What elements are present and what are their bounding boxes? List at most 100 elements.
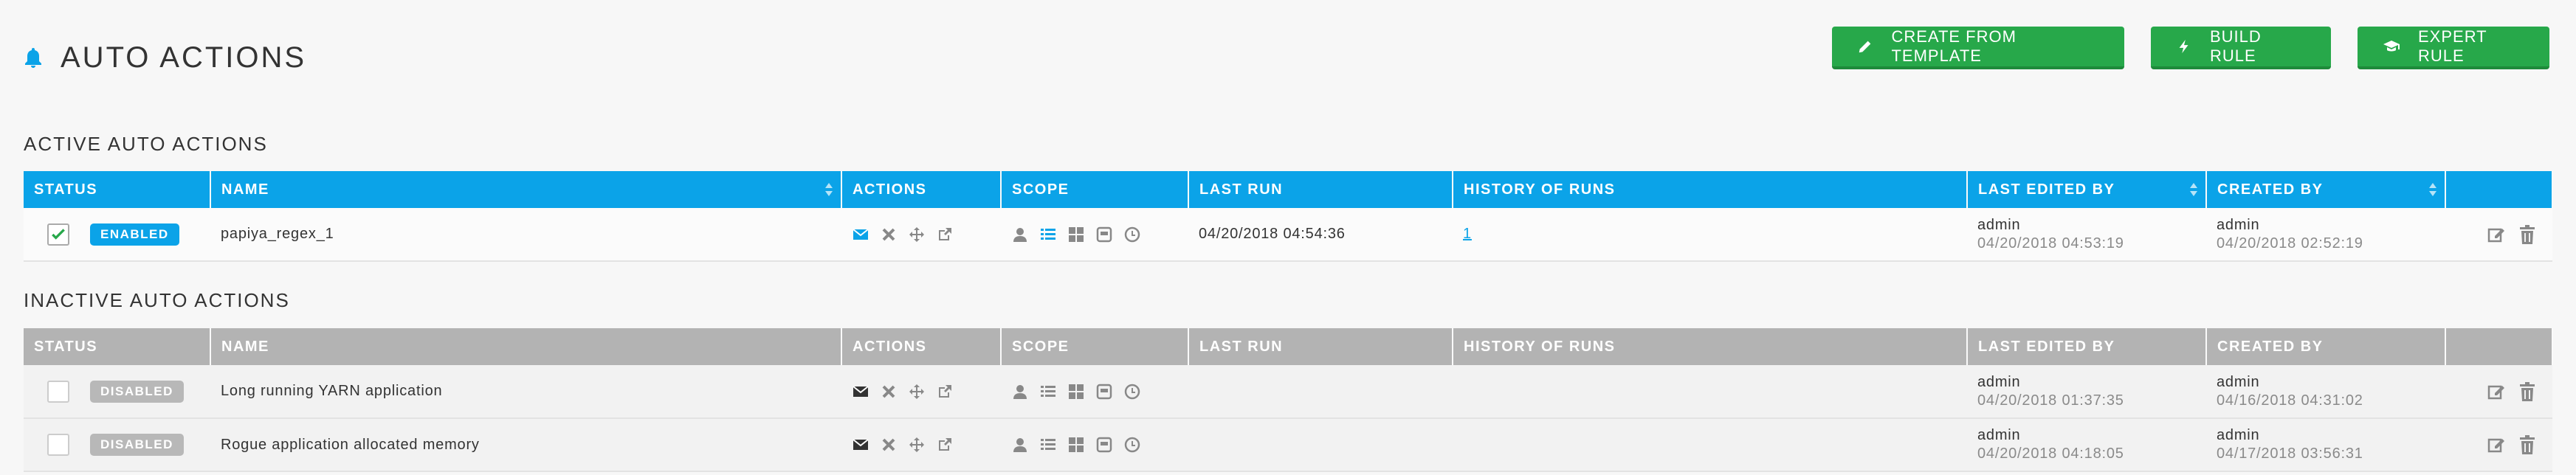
column-header-status[interactable]: STATUS <box>24 171 211 208</box>
list-icon[interactable] <box>1039 436 1057 454</box>
column-header-last-edited-by[interactable]: LAST EDITED BY <box>1967 328 2207 365</box>
graduation-cap-icon <box>2383 38 2400 55</box>
trash-icon[interactable] <box>2518 224 2536 244</box>
user-icon[interactable] <box>1011 436 1029 454</box>
history-cell <box>1453 365 1967 419</box>
clock-icon[interactable] <box>1123 383 1141 401</box>
actions-cell <box>841 208 1001 262</box>
lightning-icon <box>2176 38 2192 55</box>
clock-icon[interactable] <box>1123 436 1141 454</box>
build-rule-button[interactable]: BUILD RULE <box>2151 27 2331 69</box>
list-icon[interactable] <box>1039 226 1057 243</box>
created-cell: admin 04/20/2018 02:52:19 <box>2206 208 2445 262</box>
column-header-status[interactable]: STATUS <box>24 328 211 365</box>
status-cell: ENABLED <box>24 208 210 262</box>
edited-by: admin <box>1977 427 2021 443</box>
share-icon[interactable] <box>936 226 954 243</box>
move-icon[interactable] <box>908 436 926 454</box>
active-section-title: ACTIVE AUTO ACTIONS <box>24 133 268 155</box>
page-title: AUTO ACTIONS <box>61 41 307 74</box>
sort-icon[interactable] <box>824 181 833 198</box>
edited-at: 04/20/2018 04:18:05 <box>1977 445 2124 462</box>
status-badge: DISABLED <box>90 434 184 456</box>
create-from-template-button[interactable]: CREATE FROM TEMPLATE <box>1832 27 2124 69</box>
last-run-cell <box>1188 365 1453 419</box>
checkmark-icon <box>52 228 65 240</box>
history-link[interactable]: 1 <box>1463 226 1472 242</box>
trash-icon[interactable] <box>2518 381 2536 401</box>
create-from-template-label: CREATE FROM TEMPLATE <box>1891 27 2017 65</box>
edited-by: admin <box>1977 216 2021 233</box>
scope-cell <box>1001 418 1188 472</box>
active-actions-table: STATUS NAME ACTIONS SCOPE LAST RUN HISTO… <box>24 171 2553 262</box>
auto-actions-page: AUTO ACTIONS CREATE FROM TEMPLATE BUILD … <box>0 0 2576 475</box>
column-header-scope: SCOPE <box>1001 328 1189 365</box>
move-icon[interactable] <box>908 383 926 401</box>
row-checkbox[interactable] <box>47 434 69 456</box>
close-icon[interactable] <box>880 226 898 243</box>
last-edited-cell: admin 04/20/2018 04:53:19 <box>1967 208 2206 262</box>
row-checkbox[interactable] <box>47 380 69 403</box>
close-icon[interactable] <box>880 383 898 401</box>
last-edited-cell: admin 04/20/2018 04:18:05 <box>1967 418 2206 472</box>
page-header: AUTO ACTIONS <box>24 35 306 80</box>
created-at: 04/17/2018 03:56:31 <box>2217 445 2363 462</box>
column-header-name-label: NAME <box>221 181 269 198</box>
actions-cell <box>841 418 1001 472</box>
move-icon[interactable] <box>908 226 926 243</box>
column-header-last-edited-by-label: LAST EDITED BY <box>1978 181 2115 198</box>
grid-icon[interactable] <box>1067 383 1085 401</box>
share-icon[interactable] <box>936 436 954 454</box>
edit-icon[interactable] <box>2487 382 2505 401</box>
column-header-name[interactable]: NAME <box>210 328 842 365</box>
envelope-icon[interactable] <box>852 436 869 454</box>
row-checkbox[interactable] <box>47 223 69 246</box>
sort-icon[interactable] <box>2428 181 2437 198</box>
row-actions-cell <box>2445 418 2552 472</box>
column-header-last-run[interactable]: LAST RUN <box>1188 171 1453 208</box>
name-cell: Rogue application allocated memory <box>210 418 841 472</box>
calendar-icon[interactable] <box>1095 226 1113 243</box>
actions-cell <box>841 365 1001 419</box>
column-header-actions: ACTIONS <box>841 328 1002 365</box>
status-badge: ENABLED <box>90 223 179 246</box>
trash-icon[interactable] <box>2518 435 2536 454</box>
bell-icon <box>25 48 41 68</box>
edit-icon[interactable] <box>2487 225 2505 244</box>
created-cell: admin 04/16/2018 04:31:02 <box>2206 365 2445 419</box>
created-by: admin <box>2217 373 2260 390</box>
edited-at: 04/20/2018 01:37:35 <box>1977 392 2124 409</box>
edit-icon[interactable] <box>2487 435 2505 454</box>
user-icon[interactable] <box>1011 383 1029 401</box>
sort-icon[interactable] <box>2189 181 2198 198</box>
status-badge: DISABLED <box>90 380 184 403</box>
column-header-history: HISTORY OF RUNS <box>1453 328 1968 365</box>
column-header-last-edited-by[interactable]: LAST EDITED BY <box>1967 171 2207 208</box>
edited-by: admin <box>1977 373 2021 390</box>
column-header-name[interactable]: NAME <box>210 171 842 208</box>
table-row: ENABLED papiya_regex_1 04/20/2018 04:54:… <box>24 208 2552 262</box>
created-by: admin <box>2217 216 2260 233</box>
list-icon[interactable] <box>1039 383 1057 401</box>
last-edited-cell: admin 04/20/2018 01:37:35 <box>1967 365 2206 419</box>
close-icon[interactable] <box>880 436 898 454</box>
table-header-row: STATUS NAME ACTIONS SCOPE LAST RUN HISTO… <box>24 328 2553 365</box>
grid-icon[interactable] <box>1067 226 1085 243</box>
expert-rule-button[interactable]: EXPERT RULE <box>2358 27 2549 69</box>
envelope-icon[interactable] <box>852 383 869 401</box>
clock-icon[interactable] <box>1123 226 1141 243</box>
history-cell <box>1453 418 1967 472</box>
column-header-last-run[interactable]: LAST RUN <box>1188 328 1453 365</box>
column-header-created-by-label: CREATED BY <box>2217 181 2324 198</box>
edited-at: 04/20/2018 04:53:19 <box>1977 235 2124 252</box>
calendar-icon[interactable] <box>1095 436 1113 454</box>
build-rule-label: BUILD RULE <box>2210 27 2262 65</box>
grid-icon[interactable] <box>1067 436 1085 454</box>
user-icon[interactable] <box>1011 226 1029 243</box>
column-header-created-by[interactable]: CREATED BY <box>2206 328 2446 365</box>
envelope-icon[interactable] <box>852 226 869 243</box>
column-header-created-by[interactable]: CREATED BY <box>2206 171 2446 208</box>
calendar-icon[interactable] <box>1095 383 1113 401</box>
expert-rule-label: EXPERT RULE <box>2418 27 2487 65</box>
share-icon[interactable] <box>936 383 954 401</box>
